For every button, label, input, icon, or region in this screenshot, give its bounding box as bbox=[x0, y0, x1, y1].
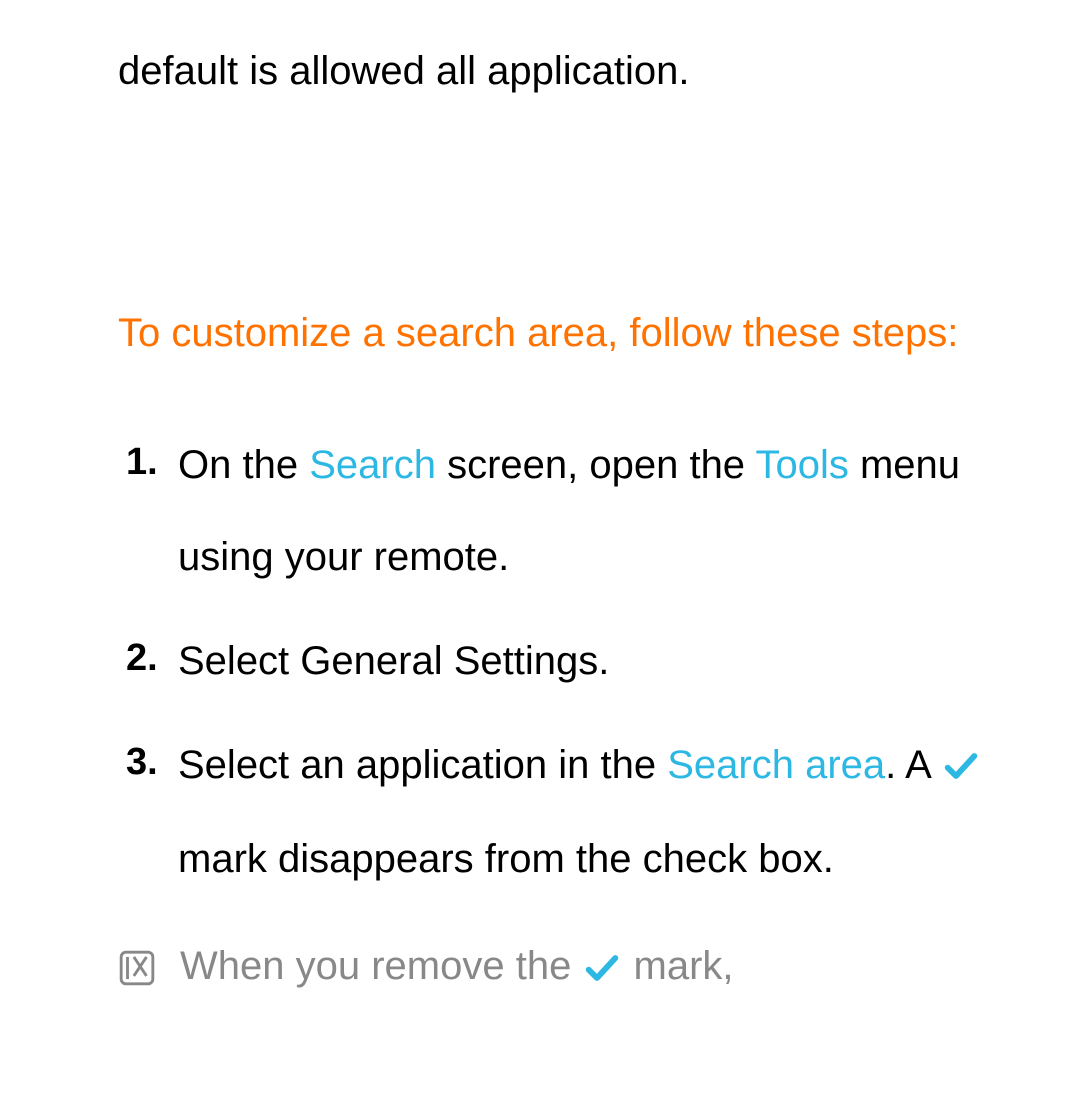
intro-paragraph: default is allowed all application. bbox=[118, 40, 1042, 102]
tools-highlight: Tools bbox=[755, 443, 848, 487]
note-icon bbox=[118, 943, 156, 1005]
check-icon bbox=[941, 721, 981, 813]
note-text-b: mark, bbox=[622, 944, 733, 988]
step-2: Select General Settings. bbox=[126, 615, 1042, 707]
step-1-text-b: screen, open the bbox=[436, 443, 756, 487]
search-area-highlight: Search area bbox=[667, 743, 885, 787]
step-2-text: Select General Settings. bbox=[178, 639, 609, 683]
check-icon bbox=[582, 938, 622, 1000]
steps-list: On the Search screen, open the Tools men… bbox=[118, 419, 1042, 905]
step-3-text-a: Select an application in the bbox=[178, 743, 667, 787]
step-3-text-b: . A bbox=[885, 743, 941, 787]
search-highlight: Search bbox=[309, 443, 436, 487]
step-3-text-c: mark disappears from the check box. bbox=[178, 837, 834, 881]
step-1-text-a: On the bbox=[178, 443, 309, 487]
step-3: Select an application in the Search area… bbox=[126, 719, 1042, 905]
note-block: When you remove the mark, bbox=[118, 935, 1042, 1005]
note-text: When you remove the mark, bbox=[180, 935, 1042, 999]
note-text-a: When you remove the bbox=[180, 944, 582, 988]
step-1: On the Search screen, open the Tools men… bbox=[126, 419, 1042, 603]
section-heading: To customize a search area, follow these… bbox=[118, 287, 1042, 379]
